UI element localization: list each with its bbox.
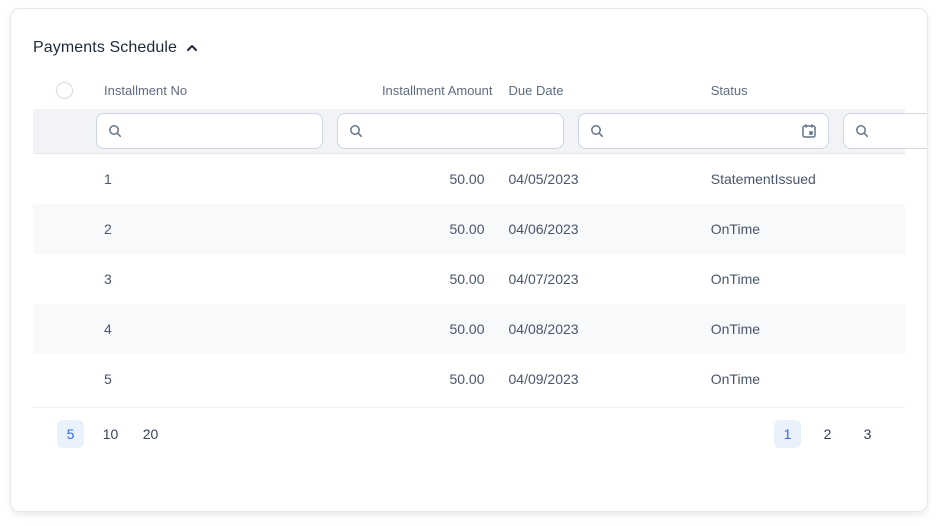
- filter-due-date: [578, 113, 829, 149]
- cell-installment-amount: 50.00: [298, 321, 500, 337]
- column-header-installment-amount[interactable]: Installment Amount: [298, 83, 500, 98]
- page-size-option-5[interactable]: 5: [57, 420, 84, 448]
- page-size-option-10[interactable]: 10: [97, 420, 124, 448]
- card-header: Payments Schedule: [33, 39, 905, 57]
- table-row[interactable]: 2 50.00 04/06/2023 OnTime: [33, 204, 905, 254]
- table-header-row: Installment No Installment Amount Due Da…: [33, 71, 905, 109]
- page-size-option-20[interactable]: 20: [137, 420, 164, 448]
- filter-input-installment-amount[interactable]: [371, 123, 552, 139]
- payments-table: Installment No Installment Amount Due Da…: [33, 71, 905, 404]
- filter-installment-no: [96, 113, 323, 149]
- cell-installment-no: 3: [96, 271, 298, 287]
- cell-installment-no: 2: [96, 221, 298, 237]
- page-button-1[interactable]: 1: [774, 420, 801, 448]
- page-navigator: 1 2 3: [774, 420, 881, 448]
- search-icon: [855, 124, 869, 138]
- column-header-due-date[interactable]: Due Date: [501, 83, 703, 98]
- search-icon: [590, 124, 604, 138]
- cell-installment-amount: 50.00: [298, 171, 500, 187]
- filter-status: [843, 113, 928, 149]
- cell-installment-amount: 50.00: [298, 371, 500, 387]
- cell-due-date: 04/07/2023: [501, 271, 703, 287]
- cell-status: OnTime: [703, 271, 905, 287]
- table-row[interactable]: 3 50.00 04/07/2023 OnTime: [33, 254, 905, 304]
- column-header-status[interactable]: Status: [703, 83, 905, 98]
- filter-input-installment-no[interactable]: [130, 123, 311, 139]
- filter-input-due-date[interactable]: [612, 123, 793, 139]
- select-all-cell: [33, 82, 96, 99]
- cell-installment-no: 5: [96, 371, 298, 387]
- table-filter-row: [33, 109, 905, 154]
- table-row[interactable]: 4 50.00 04/08/2023 OnTime: [33, 304, 905, 354]
- search-icon: [349, 124, 363, 138]
- page-button-2[interactable]: 2: [814, 420, 841, 448]
- page-title: Payments Schedule: [33, 39, 177, 57]
- cell-due-date: 04/06/2023: [501, 221, 703, 237]
- cell-due-date: 04/08/2023: [501, 321, 703, 337]
- cell-status: OnTime: [703, 221, 905, 237]
- cell-installment-amount: 50.00: [298, 271, 500, 287]
- search-icon: [108, 124, 122, 138]
- cell-installment-no: 1: [96, 171, 298, 187]
- cell-status: StatementIssued: [703, 171, 905, 187]
- cell-status: OnTime: [703, 371, 905, 387]
- column-header-installment-no[interactable]: Installment No: [96, 83, 298, 98]
- table-row[interactable]: 5 50.00 04/09/2023 OnTime: [33, 354, 905, 404]
- calendar-icon[interactable]: [801, 123, 817, 139]
- chevron-up-icon: [185, 41, 199, 55]
- pagination-bar: 5 10 20 1 2 3: [33, 407, 905, 460]
- cell-status: OnTime: [703, 321, 905, 337]
- page-button-3[interactable]: 3: [854, 420, 881, 448]
- page-size-selector: 5 10 20: [57, 420, 164, 448]
- filter-installment-amount: [337, 113, 564, 149]
- select-all-checkbox[interactable]: [56, 82, 73, 99]
- cell-installment-no: 4: [96, 321, 298, 337]
- payments-schedule-card: Payments Schedule Installment No Install…: [10, 8, 928, 512]
- table-row[interactable]: 1 50.00 04/05/2023 StatementIssued: [33, 154, 905, 204]
- collapse-button[interactable]: [185, 41, 199, 55]
- filter-input-status[interactable]: [877, 123, 928, 139]
- cell-due-date: 04/09/2023: [501, 371, 703, 387]
- cell-due-date: 04/05/2023: [501, 171, 703, 187]
- cell-installment-amount: 50.00: [298, 221, 500, 237]
